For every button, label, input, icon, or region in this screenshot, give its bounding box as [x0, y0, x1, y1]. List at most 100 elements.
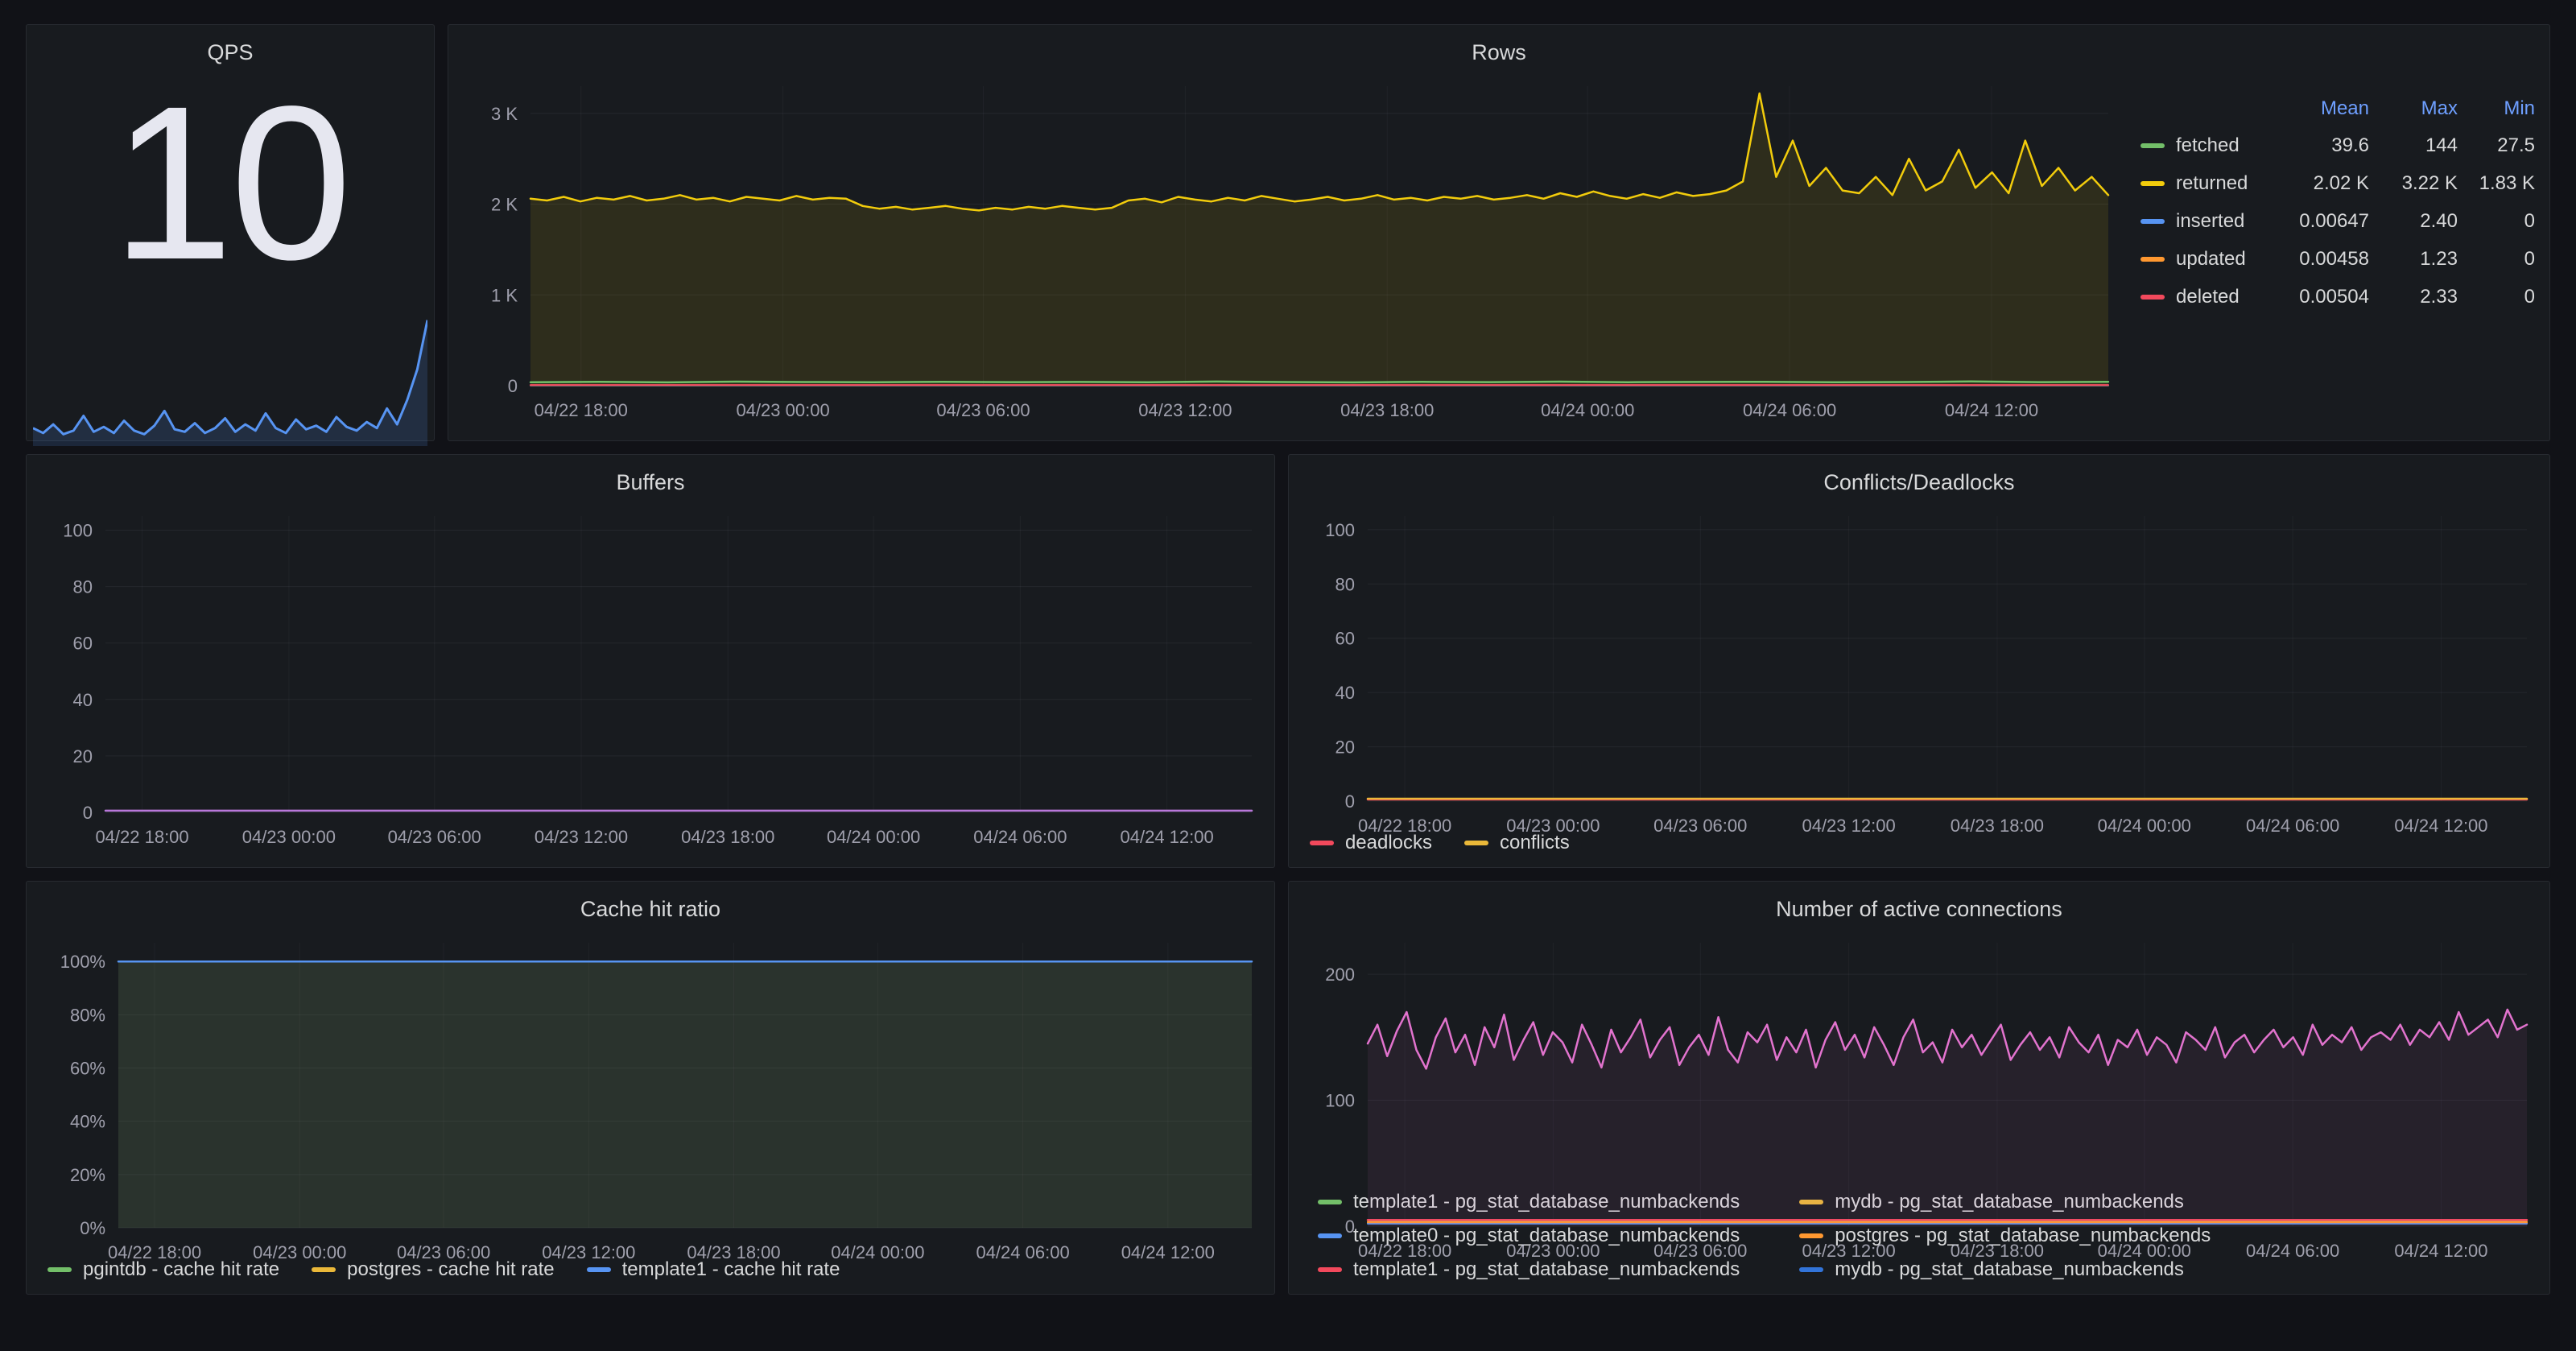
svg-text:100: 100	[1325, 520, 1355, 540]
legend-row-updated[interactable]: updated	[2140, 240, 2274, 278]
svg-text:04/23 12:00: 04/23 12:00	[1802, 816, 1895, 836]
panel-rows-title[interactable]: Rows	[460, 33, 2538, 73]
svg-text:04/23 06:00: 04/23 06:00	[397, 1242, 490, 1262]
panel-cache-hit-ratio: Cache hit ratio 04/22 18:0004/23 00:0004…	[26, 881, 1275, 1295]
svg-text:04/24 12:00: 04/24 12:00	[2394, 816, 2487, 836]
svg-text:1 K: 1 K	[491, 286, 518, 306]
qps-sparkline[interactable]	[33, 309, 427, 446]
connections-chart[interactable]: 04/22 18:0004/23 00:0004/23 06:0004/23 1…	[1300, 930, 2538, 1180]
svg-text:04/24 12:00: 04/24 12:00	[1121, 827, 1214, 847]
svg-text:100%: 100%	[60, 952, 105, 973]
legend-value-inserted-mean: 0.00647	[2274, 202, 2369, 240]
svg-text:80: 80	[1335, 575, 1354, 595]
panel-conflicts-deadlocks: Conflicts/Deadlocks 04/22 18:0004/23 00:…	[1288, 454, 2550, 868]
panel-buffers-title[interactable]: Buffers	[38, 463, 1263, 503]
svg-text:0: 0	[83, 803, 93, 823]
legend-value-inserted-max: 2.40	[2369, 202, 2458, 240]
legend-swatch	[2140, 257, 2165, 262]
panel-cache-title[interactable]: Cache hit ratio	[38, 890, 1263, 930]
legend-row-fetched[interactable]: fetched	[2140, 126, 2274, 164]
legend-label: inserted	[2176, 210, 2244, 233]
legend-col-mean[interactable]: Mean	[2274, 91, 2369, 126]
panel-buffers: Buffers 04/22 18:00 04/23 00:00 04/23 06:0…	[26, 454, 1275, 868]
svg-text:0: 0	[508, 376, 518, 396]
svg-text:40%: 40%	[70, 1112, 105, 1132]
svg-text:100: 100	[63, 521, 93, 541]
svg-text:04/24 12:00: 04/24 12:00	[2394, 1241, 2487, 1261]
svg-text:04/24 00:00: 04/24 00:00	[2098, 816, 2191, 836]
dashboard-row-3: Cache hit ratio 04/22 18:0004/23 00:0004…	[26, 881, 2550, 1295]
svg-text:60: 60	[73, 634, 93, 654]
svg-text:04/24 06:00: 04/24 06:00	[2246, 816, 2339, 836]
svg-text:20%: 20%	[70, 1165, 105, 1185]
qps-stat-value: 10	[38, 57, 423, 309]
conflicts-chart-svg: 04/22 18:0004/23 00:0004/23 06:0004/23 1…	[1300, 503, 2538, 845]
qps-sparkline-svg	[33, 309, 427, 446]
svg-text:04/22 18:00: 04/22 18:00	[1358, 816, 1451, 836]
svg-text:04/22 18:00: 04/22 18:00	[1358, 1241, 1451, 1261]
svg-text:04/23 18:00: 04/23 18:00	[687, 1242, 780, 1262]
svg-text:04/23 06:00: 04/23 06:00	[388, 827, 481, 847]
legend-label: deleted	[2176, 286, 2240, 308]
conflicts-chart[interactable]: 04/22 18:0004/23 00:0004/23 06:0004/23 1…	[1300, 503, 2538, 822]
svg-text:04/23 00:00: 04/23 00:00	[1506, 1241, 1600, 1261]
legend-value-returned-mean: 2.02 K	[2274, 164, 2369, 202]
panel-active-connections: Number of active connections 04/22 18:00…	[1288, 881, 2550, 1295]
rows-chart[interactable]: 04/22 18:0004/23 00:0004/23 06:0004/23 1…	[460, 73, 2120, 429]
buffers-chart[interactable]: 04/22 18:00 04/23 00:00 04/23 06:00 04/23 1…	[38, 503, 1263, 856]
svg-text:100: 100	[1325, 1091, 1355, 1111]
svg-text:80%: 80%	[70, 1006, 105, 1026]
svg-text:04/24 12:00: 04/24 12:00	[1121, 1242, 1215, 1262]
qps-stat-body: 10	[38, 73, 423, 429]
cache-chart-svg: 04/22 18:0004/23 00:0004/23 06:0004/23 1…	[38, 930, 1263, 1271]
grafana-dashboard: QPS 10 Rows 04/22 18:0004/23 00:0004/23 …	[0, 0, 2576, 1295]
svg-text:04/23 00:00: 04/23 00:00	[242, 827, 336, 847]
legend-row-inserted[interactable]: inserted	[2140, 202, 2274, 240]
legend-value-inserted-min: 0	[2458, 202, 2535, 240]
connections-chart-svg: 04/22 18:00 04/23 00:00 04/23 06:00 04/23 1…	[1300, 930, 2538, 1270]
svg-text:04/23 18:00: 04/23 18:00	[1340, 400, 1434, 420]
svg-text:04/23 06:00: 04/23 06:00	[936, 400, 1030, 420]
svg-text:04/23 18:00: 04/23 18:00	[1951, 1241, 2044, 1261]
svg-text:0: 0	[1345, 1217, 1355, 1237]
legend-row-returned[interactable]: returned	[2140, 164, 2274, 202]
legend-col-blank	[2140, 91, 2274, 126]
rows-panel-body: 04/22 18:0004/23 00:0004/23 06:0004/23 1…	[460, 73, 2538, 429]
svg-text:200: 200	[1325, 965, 1355, 985]
svg-text:20: 20	[1335, 737, 1354, 758]
legend-swatch	[2140, 181, 2165, 186]
svg-text:80: 80	[73, 577, 93, 597]
svg-text:04/24 06:00: 04/24 06:00	[1743, 400, 1836, 420]
svg-text:04/24 06:00: 04/24 06:00	[2246, 1241, 2339, 1261]
svg-text:20: 20	[73, 746, 93, 766]
svg-text:2 K: 2 K	[491, 195, 518, 215]
svg-text:0%: 0%	[80, 1218, 105, 1238]
legend-value-fetched-max: 144	[2369, 126, 2458, 164]
legend-col-min[interactable]: Min	[2458, 91, 2535, 126]
svg-text:04/24 12:00: 04/24 12:00	[1945, 400, 2038, 420]
panel-connections-title[interactable]: Number of active connections	[1300, 890, 2538, 930]
svg-text:04/23 12:00: 04/23 12:00	[1138, 400, 1232, 420]
legend-swatch	[2140, 219, 2165, 224]
legend-value-fetched-mean: 39.6	[2274, 126, 2369, 164]
svg-text:04/22 18:00: 04/22 18:00	[95, 827, 188, 847]
legend-swatch	[2140, 143, 2165, 148]
dashboard-row-2: Buffers 04/22 18:00 04/23 00:00 04/23 06:0…	[26, 454, 2550, 868]
panel-conflicts-title[interactable]: Conflicts/Deadlocks	[1300, 463, 2538, 503]
svg-text:04/23 18:00: 04/23 18:00	[1951, 816, 2044, 836]
cache-chart[interactable]: 04/22 18:0004/23 00:0004/23 06:0004/23 1…	[38, 930, 1263, 1249]
svg-text:04/23 06:00: 04/23 06:00	[1653, 816, 1747, 836]
legend-col-max[interactable]: Max	[2369, 91, 2458, 126]
svg-text:04/24 06:00: 04/24 06:00	[976, 1242, 1069, 1262]
dashboard-row-1: QPS 10 Rows 04/22 18:0004/23 00:0004/23 …	[26, 24, 2550, 441]
legend-label: updated	[2176, 248, 2246, 271]
svg-text:04/23 06:00: 04/23 06:00	[1653, 1241, 1747, 1261]
legend-label: fetched	[2176, 134, 2240, 157]
legend-value-updated-min: 0	[2458, 240, 2535, 278]
panel-rows: Rows 04/22 18:0004/23 00:0004/23 06:0004…	[448, 24, 2550, 441]
svg-text:04/24 06:00: 04/24 06:00	[973, 827, 1067, 847]
svg-text:04/23 12:00: 04/23 12:00	[1802, 1241, 1895, 1261]
rows-legend-table: MeanMaxMinfetched39.614427.5returned2.02…	[2120, 73, 2538, 429]
legend-row-deleted[interactable]: deleted	[2140, 278, 2274, 316]
svg-text:04/23 18:00: 04/23 18:00	[681, 827, 774, 847]
